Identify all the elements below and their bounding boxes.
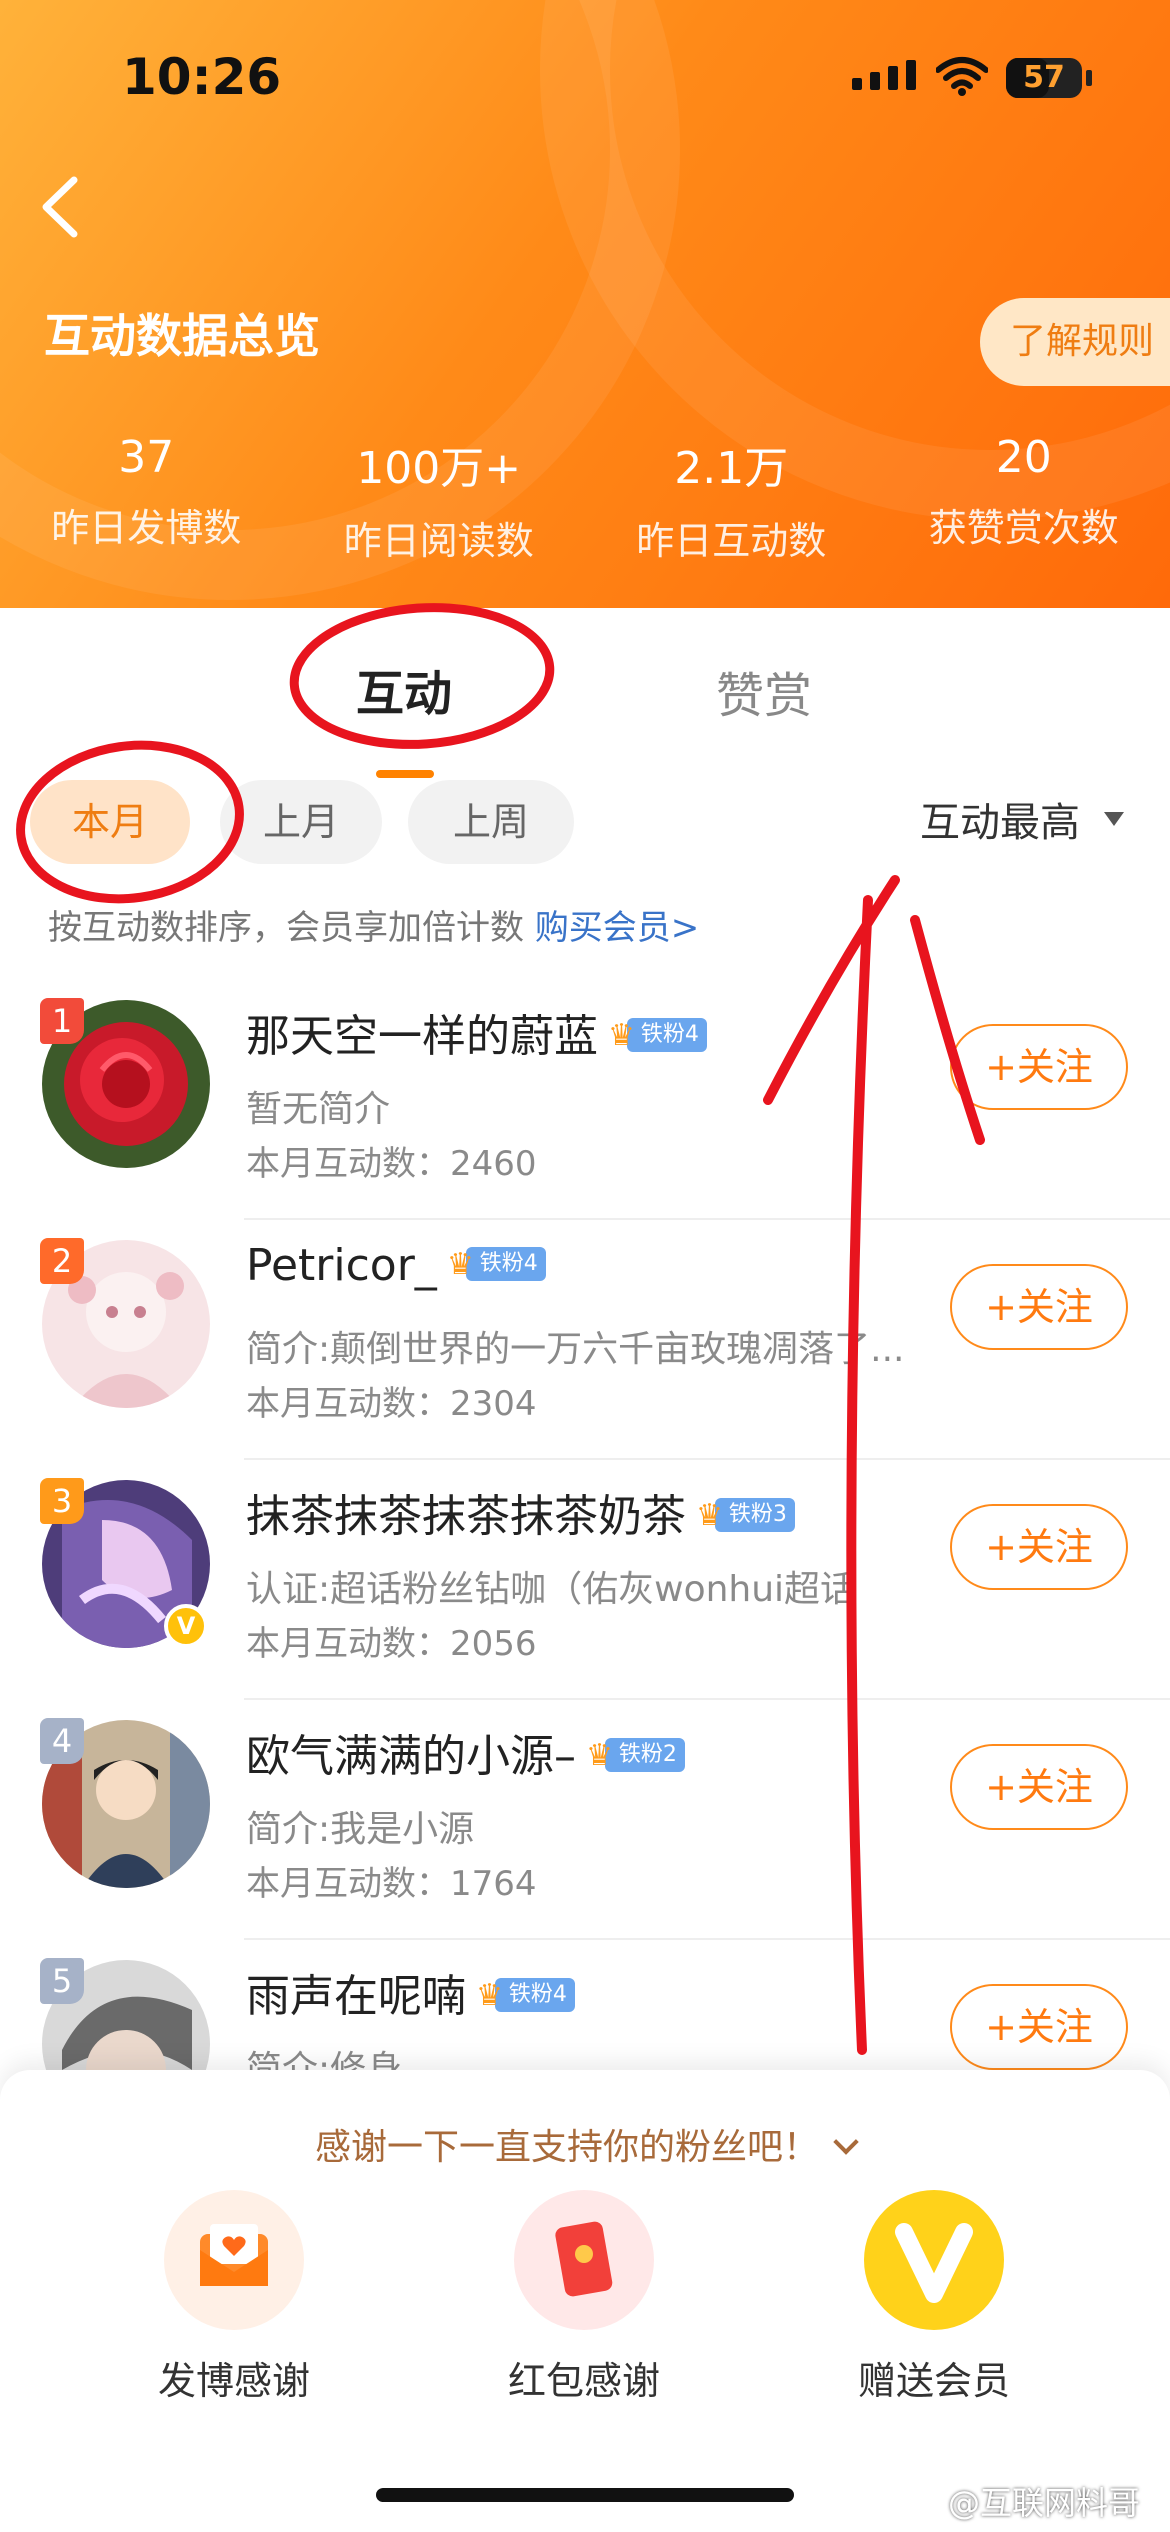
sheet-title[interactable]: 感谢一下一直支持你的粉丝吧！	[0, 2118, 1170, 2170]
vip-v-icon	[864, 2190, 1004, 2330]
fan-name[interactable]: 欧气满满的小源– ♛ 铁粉2	[246, 1720, 685, 1784]
fan-bio: 认证:超话粉丝钻咖（佑灰wonhui超话	[246, 1569, 857, 1610]
stat-label: 昨日阅读数	[343, 519, 534, 563]
fan-bio: 暂无简介	[246, 1089, 391, 1130]
fan-name[interactable]: Petricor_ ♛ 铁粉4	[246, 1240, 546, 1291]
follow-button[interactable]: +关注	[950, 1024, 1128, 1110]
stat-value: 37	[118, 432, 175, 483]
action-label: 发博感谢	[157, 2359, 310, 2403]
status-bar: 10:26 57	[0, 0, 1170, 140]
header-banner: 10:26 57 互动数据总览 了解规则 37 昨日发博数 100万+ 昨日阅读…	[0, 0, 1170, 610]
tab-indicator	[376, 770, 434, 778]
status-time: 10:26	[122, 48, 282, 106]
cellular-signal-icon	[852, 60, 916, 90]
rules-button[interactable]: 了解规则	[980, 298, 1170, 386]
red-packet-thanks-button[interactable]: 红包感谢	[474, 2190, 694, 2405]
rank-badge: 2	[40, 1238, 84, 1284]
follow-button[interactable]: +关注	[950, 1744, 1128, 1830]
home-indicator[interactable]	[376, 2488, 794, 2502]
rank-badge: 5	[40, 1958, 84, 2004]
action-label: 赠送会员	[857, 2359, 1010, 2403]
crown-icon: ♛	[476, 1977, 503, 2013]
list-item[interactable]: 4 欧气满满的小源– ♛ 铁粉2 简介:我是小源 本月互动数：1764 +关注	[0, 1700, 1170, 1940]
fan-count: 本月互动数：1764	[246, 1864, 537, 1904]
fan-bio: 简介:颠倒世界的一万六千亩玫瑰凋落了...	[246, 1329, 905, 1370]
rank-badge: 4	[40, 1718, 84, 1764]
fan-name-text: 雨声在呢喃	[246, 1971, 466, 2022]
fan-name-text: 那天空一样的蔚蓝	[246, 1011, 598, 1062]
gift-vip-button[interactable]: 赠送会员	[824, 2190, 1044, 2405]
fan-level-badge: ♛ 铁粉2	[586, 1737, 685, 1773]
follow-button[interactable]: +关注	[950, 1504, 1128, 1590]
stat-value: 100万+	[356, 443, 522, 494]
battery-icon: 57	[1006, 58, 1082, 98]
fan-count: 本月互动数：2460	[246, 1144, 537, 1184]
watermark: @互联网料哥	[948, 2484, 1141, 2522]
stat-interactions: 2.1万 昨日互动数	[585, 432, 878, 565]
fan-level-text: 铁粉4	[626, 1018, 707, 1052]
fan-name-text: 欧气满满的小源–	[246, 1731, 576, 1782]
dropdown-arrow-icon[interactable]	[1104, 812, 1124, 826]
stats-row: 37 昨日发博数 100万+ 昨日阅读数 2.1万 昨日互动数 20 获赞赏次数	[0, 432, 1170, 565]
verified-v-icon: V	[164, 1604, 208, 1648]
fan-level-text: 铁粉4	[465, 1247, 546, 1281]
fan-level-badge: ♛ 铁粉4	[476, 1977, 575, 2013]
fan-name[interactable]: 那天空一样的蔚蓝 ♛ 铁粉4	[246, 1000, 707, 1064]
crown-icon: ♛	[586, 1737, 613, 1773]
list-item[interactable]: 2 Petricor_ ♛ 铁粉4 简介:颠倒世界的一万六千亩玫瑰凋落了... 本月…	[0, 1220, 1170, 1460]
hint-text: 按互动数排序，会员享加倍计数	[48, 908, 535, 948]
buy-vip-link[interactable]: 购买会员>	[535, 908, 700, 948]
crown-icon: ♛	[446, 1246, 474, 1282]
filter-this-month[interactable]: 本月	[30, 780, 190, 864]
page-title: 互动数据总览	[44, 309, 320, 363]
list-item[interactable]: 1 那天空一样的蔚蓝 ♛ 铁粉4 暂无简介 本月互动数：2460 +关注	[0, 980, 1170, 1220]
follow-button[interactable]: +关注	[950, 1984, 1128, 2070]
tab-reward[interactable]: 赞赏	[716, 656, 812, 726]
fan-count: 本月互动数：2056	[246, 1624, 537, 1664]
fan-name-text: 抹茶抹茶抹茶抹茶奶茶	[246, 1491, 686, 1542]
sort-hint: 按互动数排序，会员享加倍计数 购买会员>	[48, 900, 699, 949]
sort-dropdown[interactable]: 互动最高	[920, 790, 1080, 848]
filter-last-month[interactable]: 上月	[220, 780, 382, 864]
chevron-down-icon[interactable]	[833, 2129, 859, 2155]
thank-fans-sheet: 感谢一下一直支持你的粉丝吧！ 发博感谢 红包感谢 赠送会员	[0, 2070, 1170, 2532]
battery-level: 57	[1023, 60, 1065, 95]
envelope-heart-icon	[164, 2190, 304, 2330]
filter-last-week[interactable]: 上周	[408, 780, 574, 864]
fan-level-badge: ♛ 铁粉4	[608, 1017, 707, 1053]
rank-badge: 1	[40, 998, 84, 1044]
fan-name[interactable]: 雨声在呢喃 ♛ 铁粉4	[246, 1960, 575, 2024]
fan-level-badge: ♛ 铁粉3	[696, 1497, 795, 1533]
list-item[interactable]: 3 V 抹茶抹茶抹茶抹茶奶茶 ♛ 铁粉3 认证:超话粉丝钻咖（佑灰wonhui超话 …	[0, 1460, 1170, 1700]
red-packet-icon	[514, 2190, 654, 2330]
stat-label: 获赞赏次数	[928, 506, 1119, 550]
stat-label: 昨日互动数	[636, 519, 827, 563]
tab-bar: 互动 赞赏	[0, 648, 1170, 778]
crown-icon: ♛	[608, 1017, 635, 1053]
stat-rewards: 20 获赞赏次数	[878, 432, 1170, 565]
battery-nub	[1086, 70, 1092, 86]
fan-level-text: 铁粉4	[494, 1978, 575, 2012]
fan-level-text: 铁粉2	[604, 1738, 685, 1772]
back-arrow-icon[interactable]	[30, 172, 90, 242]
wifi-icon	[936, 57, 988, 96]
stat-value: 20	[995, 432, 1052, 483]
fan-level-text: 铁粉3	[714, 1498, 795, 1532]
stat-reads: 100万+ 昨日阅读数	[293, 432, 586, 565]
stat-label: 昨日发博数	[51, 506, 242, 550]
stat-value: 2.1万	[674, 443, 789, 494]
crown-icon: ♛	[696, 1497, 723, 1533]
post-thanks-button[interactable]: 发博感谢	[124, 2190, 344, 2405]
action-label: 红包感谢	[507, 2359, 660, 2403]
fan-count: 本月互动数：2304	[246, 1384, 537, 1424]
rank-badge: 3	[40, 1478, 84, 1524]
tab-interaction[interactable]: 互动	[356, 654, 452, 724]
stat-posts: 37 昨日发博数	[0, 432, 293, 565]
follow-button[interactable]: +关注	[950, 1264, 1128, 1350]
sheet-title-text: 感谢一下一直支持你的粉丝吧！	[314, 2127, 819, 2168]
fan-level-badge: ♛ 铁粉4	[447, 1246, 546, 1282]
fan-bio: 简介:我是小源	[246, 1809, 475, 1850]
fan-name[interactable]: 抹茶抹茶抹茶抹茶奶茶 ♛ 铁粉3	[246, 1480, 795, 1544]
fan-name-text: Petricor_	[246, 1240, 437, 1291]
